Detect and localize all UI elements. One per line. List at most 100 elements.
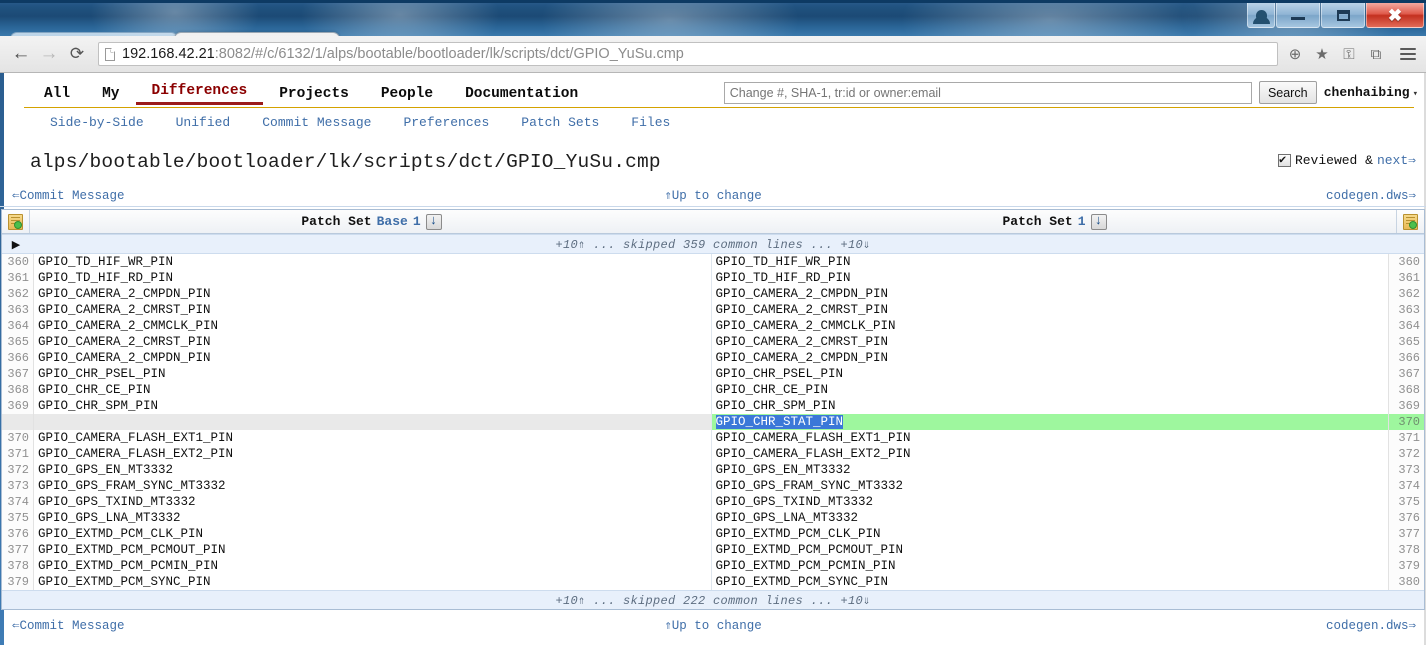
table-row[interactable]: 378 GPIO_EXTMD_PCM_PCMIN_PIN GPIO_EXTMD_… bbox=[2, 558, 1424, 574]
code-right[interactable]: GPIO_GPS_EN_MT3332 bbox=[712, 462, 1389, 478]
code-right[interactable]: GPIO_GPS_TXIND_MT3332 bbox=[712, 494, 1389, 510]
patch-set-right-number[interactable]: 1 bbox=[1078, 214, 1086, 229]
code-right[interactable]: GPIO_EXTMD_PCM_PCMOUT_PIN bbox=[712, 542, 1389, 558]
code-right[interactable]: GPIO_GPS_LNA_MT3332 bbox=[712, 510, 1389, 526]
code-right[interactable]: GPIO_CHR_CE_PIN bbox=[712, 382, 1389, 398]
code-left[interactable]: GPIO_TD_HIF_RD_PIN bbox=[34, 270, 712, 286]
up-to-change-link[interactable]: ⇑Up to change bbox=[664, 187, 762, 203]
skipped-lines-top[interactable]: ▶ +10⇑ ... skipped 359 common lines ... … bbox=[2, 234, 1424, 254]
chrome-menu-icon[interactable] bbox=[1400, 47, 1416, 61]
code-right[interactable]: GPIO_GPS_FRAM_SYNC_MT3332 bbox=[712, 478, 1389, 494]
submenu-item-preferences[interactable]: Preferences bbox=[387, 115, 505, 130]
code-right[interactable]: GPIO_CAMERA_2_CMMCLK_PIN bbox=[712, 318, 1389, 334]
table-row[interactable]: 371 GPIO_CAMERA_FLASH_EXT2_PIN GPIO_CAME… bbox=[2, 446, 1424, 462]
table-row[interactable]: 374 GPIO_GPS_TXIND_MT3332 GPIO_GPS_TXIND… bbox=[2, 494, 1424, 510]
code-right[interactable]: GPIO_CAMERA_2_CMPDN_PIN bbox=[712, 286, 1389, 302]
code-right[interactable]: GPIO_CHR_STAT_PIN bbox=[711, 414, 1388, 430]
patch-set-left-base[interactable]: Base bbox=[377, 214, 408, 229]
table-row[interactable]: 366 GPIO_CAMERA_2_CMPDN_PIN GPIO_CAMERA_… bbox=[2, 350, 1424, 366]
submenu-item-side-by-side[interactable]: Side-by-Side bbox=[34, 115, 160, 130]
user-menu[interactable]: chenhaibing ▾ bbox=[1324, 85, 1418, 100]
skipped-lines-bottom[interactable]: +10⇑ ... skipped 222 common lines ... +1… bbox=[2, 590, 1424, 610]
menu-item-my[interactable]: My bbox=[86, 86, 135, 105]
table-row[interactable]: 364 GPIO_CAMERA_2_CMMCLK_PIN GPIO_CAMERA… bbox=[2, 318, 1424, 334]
reload-button[interactable]: ⟳ bbox=[64, 41, 90, 67]
address-bar[interactable]: 192.168.42.21:8082/#/c/6132/1/alps/boota… bbox=[98, 42, 1278, 66]
patchset-book-icon[interactable] bbox=[1403, 213, 1418, 230]
code-right[interactable]: GPIO_CAMERA_2_CMRST_PIN bbox=[712, 334, 1389, 350]
browser-tab-blog[interactable]: 博客后台管理 - 博客 × bbox=[10, 32, 178, 36]
table-row[interactable]: 360 GPIO_TD_HIF_WR_PIN GPIO_TD_HIF_WR_PI… bbox=[2, 254, 1424, 270]
code-left[interactable]: GPIO_CAMERA_FLASH_EXT2_PIN bbox=[34, 446, 712, 462]
code-right[interactable]: GPIO_CAMERA_2_CMPDN_PIN bbox=[712, 350, 1389, 366]
code-right[interactable]: GPIO_CAMERA_FLASH_EXT1_PIN bbox=[712, 430, 1389, 446]
code-left[interactable]: GPIO_EXTMD_PCM_PCMOUT_PIN bbox=[34, 542, 712, 558]
table-row[interactable]: 375 GPIO_GPS_LNA_MT3332 GPIO_GPS_LNA_MT3… bbox=[2, 510, 1424, 526]
code-right[interactable]: GPIO_CHR_SPM_PIN bbox=[712, 398, 1389, 414]
code-right[interactable]: GPIO_EXTMD_PCM_SYNC_PIN bbox=[712, 574, 1389, 590]
submenu-item-unified[interactable]: Unified bbox=[160, 115, 247, 130]
code-right[interactable]: GPIO_EXTMD_PCM_CLK_PIN bbox=[712, 526, 1389, 542]
forward-button[interactable]: → bbox=[36, 41, 62, 67]
code-left[interactable]: GPIO_EXTMD_PCM_CLK_PIN bbox=[34, 526, 712, 542]
code-left[interactable]: GPIO_CAMERA_FLASH_EXT1_PIN bbox=[34, 430, 712, 446]
code-left[interactable]: GPIO_CAMERA_2_CMMCLK_PIN bbox=[34, 318, 712, 334]
menu-item-differences[interactable]: Differences bbox=[135, 83, 264, 105]
table-row[interactable]: 363 GPIO_CAMERA_2_CMRST_PIN GPIO_CAMERA_… bbox=[2, 302, 1424, 318]
code-left[interactable]: GPIO_CHR_PSEL_PIN bbox=[34, 366, 712, 382]
key-icon[interactable]: ⚿ bbox=[1340, 45, 1358, 63]
menu-item-people[interactable]: People bbox=[365, 86, 449, 105]
code-left[interactable]: GPIO_TD_HIF_WR_PIN bbox=[34, 254, 712, 270]
code-left[interactable]: GPIO_EXTMD_PCM_SYNC_PIN bbox=[34, 574, 712, 590]
patch-set-left-number[interactable]: 1 bbox=[413, 214, 421, 229]
prev-file-link[interactable]: ⇐Commit Message bbox=[12, 187, 125, 203]
code-left[interactable]: GPIO_CHR_CE_PIN bbox=[34, 382, 712, 398]
minimize-button[interactable] bbox=[1276, 3, 1320, 28]
code-right[interactable]: GPIO_EXTMD_PCM_PCMIN_PIN bbox=[712, 558, 1389, 574]
table-row[interactable]: 361 GPIO_TD_HIF_RD_PIN GPIO_TD_HIF_RD_PI… bbox=[2, 270, 1424, 286]
menu-item-all[interactable]: All bbox=[28, 86, 86, 105]
code-right[interactable]: GPIO_CAMERA_FLASH_EXT2_PIN bbox=[712, 446, 1389, 462]
reviewed-checkbox[interactable] bbox=[1277, 152, 1291, 167]
table-row[interactable]: 372 GPIO_GPS_EN_MT3332 GPIO_GPS_EN_MT333… bbox=[2, 462, 1424, 478]
bookmark-star-icon[interactable]: ★ bbox=[1313, 45, 1331, 63]
code-left[interactable]: GPIO_CAMERA_2_CMPDN_PIN bbox=[34, 286, 712, 302]
table-row[interactable]: 365 GPIO_CAMERA_2_CMRST_PIN GPIO_CAMERA_… bbox=[2, 334, 1424, 350]
table-row[interactable]: 379 GPIO_EXTMD_PCM_SYNC_PIN GPIO_EXTMD_P… bbox=[2, 574, 1424, 590]
reviewed-next-link[interactable]: next⇒ bbox=[1377, 153, 1416, 168]
code-left[interactable]: GPIO_GPS_EN_MT3332 bbox=[34, 462, 712, 478]
code-left[interactable] bbox=[34, 414, 712, 430]
code-left[interactable]: GPIO_CAMERA_2_CMRST_PIN bbox=[34, 302, 712, 318]
table-row[interactable]: 373 GPIO_GPS_FRAM_SYNC_MT3332 GPIO_GPS_F… bbox=[2, 478, 1424, 494]
table-row[interactable]: 376 GPIO_EXTMD_PCM_CLK_PIN GPIO_EXTMD_PC… bbox=[2, 526, 1424, 542]
download-icon[interactable] bbox=[425, 213, 442, 230]
next-file-link[interactable]: codegen.dws⇒ bbox=[1326, 187, 1416, 203]
patchset-book-icon[interactable] bbox=[8, 213, 23, 230]
download-icon[interactable] bbox=[1090, 213, 1107, 230]
table-row[interactable]: 370 GPIO_CAMERA_FLASH_EXT1_PIN GPIO_CAME… bbox=[2, 430, 1424, 446]
menu-item-documentation[interactable]: Documentation bbox=[449, 86, 594, 105]
back-button[interactable]: ← bbox=[8, 41, 34, 67]
extension-icon[interactable]: ⧉ bbox=[1367, 45, 1385, 63]
code-right[interactable]: GPIO_TD_HIF_RD_PIN bbox=[712, 270, 1389, 286]
browser-tab-gerrit[interactable]: GPIO_YuSu.cmp|1 × bbox=[173, 32, 340, 36]
code-left[interactable]: GPIO_CHR_SPM_PIN bbox=[34, 398, 712, 414]
up-to-change-link-footer[interactable]: ⇑Up to change bbox=[664, 617, 762, 633]
table-row[interactable]: 368 GPIO_CHR_CE_PIN GPIO_CHR_CE_PIN 368 bbox=[2, 382, 1424, 398]
submenu-item-commit-message[interactable]: Commit Message bbox=[246, 115, 387, 130]
code-left[interactable]: GPIO_CAMERA_2_CMRST_PIN bbox=[34, 334, 712, 350]
table-row-inserted[interactable]: GPIO_CHR_STAT_PIN 370 bbox=[2, 414, 1424, 430]
next-file-link-footer[interactable]: codegen.dws⇒ bbox=[1326, 617, 1416, 633]
table-row[interactable]: 369 GPIO_CHR_SPM_PIN GPIO_CHR_SPM_PIN 36… bbox=[2, 398, 1424, 414]
code-right[interactable]: GPIO_CHR_PSEL_PIN bbox=[712, 366, 1389, 382]
search-button[interactable]: Search bbox=[1258, 81, 1317, 104]
user-account-button[interactable] bbox=[1247, 3, 1275, 28]
search-input[interactable] bbox=[723, 81, 1252, 104]
menu-item-projects[interactable]: Projects bbox=[263, 86, 365, 105]
code-right[interactable]: GPIO_TD_HIF_WR_PIN bbox=[712, 254, 1389, 270]
reviewed-control[interactable]: Reviewed & next⇒ bbox=[1277, 152, 1416, 168]
code-left[interactable]: GPIO_GPS_LNA_MT3332 bbox=[34, 510, 712, 526]
prev-file-link-footer[interactable]: ⇐Commit Message bbox=[12, 617, 125, 633]
submenu-item-patch-sets[interactable]: Patch Sets bbox=[505, 115, 615, 130]
table-row[interactable]: 362 GPIO_CAMERA_2_CMPDN_PIN GPIO_CAMERA_… bbox=[2, 286, 1424, 302]
